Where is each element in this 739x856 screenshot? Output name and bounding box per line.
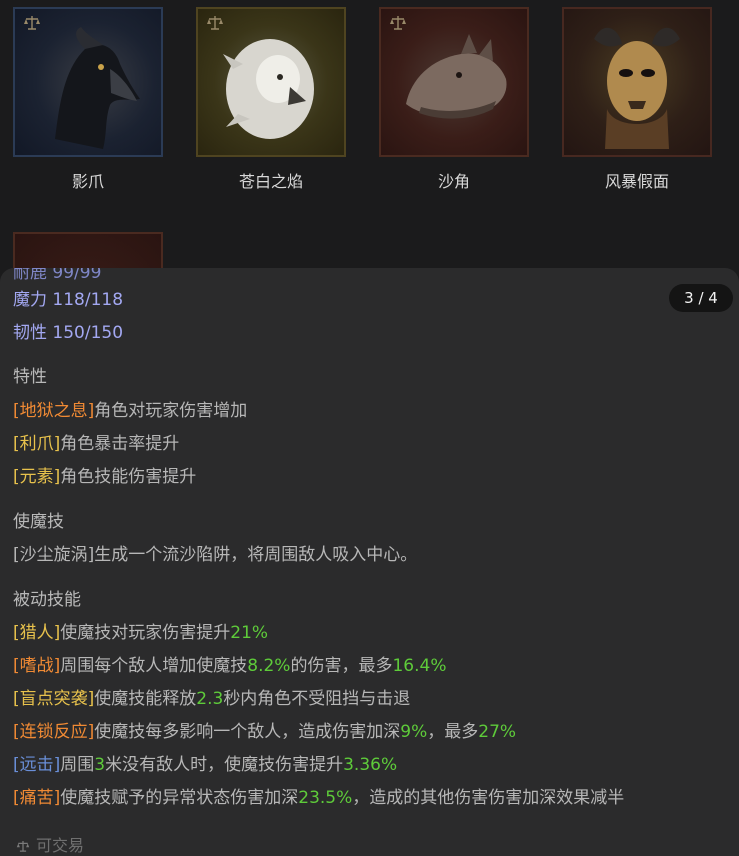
passive-value: 16.4% [392, 656, 447, 676]
familiar-name: 影爪 [71, 172, 104, 191]
passive-row-hunter: [猎人]使魔技对玩家伤害提升21% [13, 618, 268, 643]
passive-value: 23.5% [298, 788, 353, 808]
passive-text: 周围每个敌人增加使魔技 [60, 656, 248, 676]
page-indicator: 3 / 4 [669, 284, 733, 312]
trait-text: 角色技能伤害提升 [60, 467, 197, 487]
passive-tag: [猎人] [13, 623, 61, 643]
passive-text: 使魔技每多影响一个敌人，造成伤害加深 [94, 722, 401, 742]
partial-stat-line: 耐鹿 99/99 [13, 268, 102, 283]
scale-icon [16, 841, 30, 852]
trait-tag: [利爪] [13, 434, 61, 454]
trait-tag: [元素] [13, 467, 61, 487]
trait-row: [地狱之息]角色对玩家伤害增加 [13, 396, 247, 421]
passive-row-blind-strike: [盲点突袭]使魔技能释放2.3秒内角色不受阻挡与击退 [13, 684, 410, 709]
scale-icon [390, 16, 406, 30]
passive-value: 8.2% [247, 656, 291, 676]
trait-tag: [地狱之息] [13, 401, 95, 421]
passive-value: 2.3 [196, 689, 224, 709]
passive-tag: [远击] [13, 755, 61, 775]
familiar-thumbnail[interactable] [562, 7, 712, 157]
passive-text: 使魔技对玩家伤害提升 [60, 623, 231, 643]
familiar-name: 苍白之焰 [238, 172, 303, 191]
passive-value: 9% [400, 722, 428, 742]
familiar-card-sandhorn[interactable]: 沙角 [377, 7, 531, 192]
scale-icon [24, 16, 40, 30]
passive-value: 27% [478, 722, 517, 742]
familiar-thumbnail[interactable] [196, 7, 346, 157]
passive-value: 3 [94, 755, 106, 775]
passive-text: 周围 [60, 755, 95, 775]
familiar-grid: 影爪 苍白之焰 沙角 风暴假面 [0, 0, 739, 382]
familiar-card-storm-mask[interactable]: 风暴假面 [560, 7, 714, 192]
passive-text: 使魔技赋予的异常状态伤害加深 [60, 788, 299, 808]
familiar-thumbnail[interactable] [379, 7, 529, 157]
skill-description: [沙尘旋涡]生成一个流沙陷阱，将周围敌人吸入中心。 [13, 545, 418, 565]
passive-tag: [痛苦] [13, 788, 61, 808]
tradable-indicator: 可交易 [16, 832, 84, 856]
familiar-name: 风暴假面 [604, 172, 669, 191]
familiar-card-shadowclaw[interactable]: 影爪 [11, 7, 165, 192]
passive-row-agony: [痛苦]使魔技赋予的异常状态伤害加深23.5%，造成的其他伤害伤害加深效果减半 [13, 783, 624, 808]
passive-tag: [盲点突袭] [13, 689, 95, 709]
trait-text: 角色暴击率提升 [60, 434, 180, 454]
familiar-card-pale-flame[interactable]: 苍白之焰 [194, 7, 348, 192]
skill-heading: 使魔技 [13, 512, 64, 532]
toughness-stat: 韧性 150/150 [13, 323, 124, 343]
passives-heading: 被动技能 [13, 590, 81, 610]
passive-text: ，最多 [427, 722, 479, 742]
passive-row-chain-reaction: [连锁反应]使魔技每多影响一个敌人，造成伤害加深9%，最多27% [13, 717, 516, 742]
trait-text: 角色对玩家伤害增加 [94, 401, 248, 421]
traits-heading: 特性 [13, 367, 47, 387]
mana-stat: 魔力 118/118 [13, 290, 124, 310]
familiar-detail-panel: 耐鹿 99/99 3 / 4 魔力 118/118 韧性 150/150 特性 … [0, 268, 739, 856]
passive-text: 的伤害，最多 [290, 656, 393, 676]
passive-tag: [嗜战] [13, 656, 61, 676]
familiar-name: 沙角 [437, 172, 470, 191]
passive-text: ，造成的其他伤害伤害加深效果减半 [352, 788, 625, 808]
passive-value: 21% [230, 623, 269, 643]
trait-row: [利爪]角色暴击率提升 [13, 429, 179, 454]
familiar-thumbnail[interactable] [13, 7, 163, 157]
passive-row-ranged: [远击]周围3米没有敌人时，使魔技伤害提升3.36% [13, 750, 397, 775]
passive-text: 米没有敌人时，使魔技伤害提升 [105, 755, 344, 775]
passive-text: 使魔技能释放 [94, 689, 197, 709]
tradable-label: 可交易 [36, 836, 85, 855]
storm-mask-portrait [594, 27, 680, 149]
passive-value: 3.36% [343, 755, 398, 775]
scale-icon [207, 16, 223, 30]
trait-row: [元素]角色技能伤害提升 [13, 462, 196, 487]
passive-tag: [连锁反应] [13, 722, 95, 742]
passive-text: 秒内角色不受阻挡与击退 [223, 689, 411, 709]
passive-row-bloodlust: [嗜战]周围每个敌人增加使魔技8.2%的伤害，最多16.4% [13, 651, 446, 676]
